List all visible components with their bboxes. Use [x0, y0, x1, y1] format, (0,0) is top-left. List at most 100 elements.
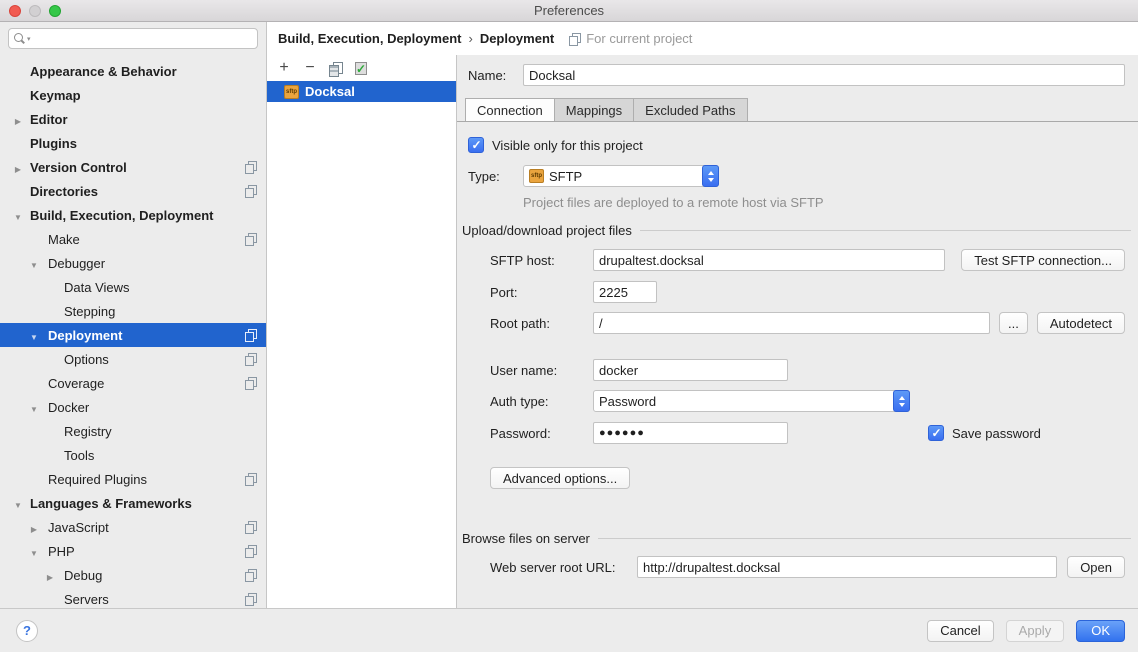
user-name-input[interactable] [593, 359, 788, 381]
port-row: Port: [490, 281, 1125, 303]
use-as-default-icon[interactable] [354, 62, 367, 75]
server-list-item-docksal[interactable]: sftp Docksal [267, 81, 456, 102]
per-project-icon [245, 233, 257, 245]
sidebar-item-languages-frameworks[interactable]: Languages & Frameworks [0, 491, 266, 515]
save-password-checkbox-row[interactable]: Save password [928, 425, 1041, 441]
breadcrumb: Build, Execution, Deployment › Deploymen… [267, 22, 1138, 55]
chevron-right-icon[interactable] [12, 160, 24, 175]
sidebar-item-keymap[interactable]: Keymap [0, 83, 266, 107]
test-sftp-connection-button[interactable]: Test SFTP connection... [961, 249, 1125, 271]
password-input[interactable] [593, 422, 788, 444]
remove-server-icon[interactable]: − [303, 61, 317, 75]
cancel-button[interactable]: Cancel [927, 620, 993, 642]
sidebar-item-label: Debugger [48, 256, 105, 271]
sidebar-item-stepping[interactable]: Stepping [0, 299, 266, 323]
advanced-options-button[interactable]: Advanced options... [490, 467, 630, 489]
sidebar-item-php[interactable]: PHP [0, 539, 266, 563]
port-input[interactable] [593, 281, 657, 303]
sidebar-item-make[interactable]: Make [0, 227, 266, 251]
deployment-form: Name: Connection Mappings Excluded Paths… [457, 55, 1138, 608]
chevron-down-icon[interactable] [28, 400, 40, 415]
dropdown-stepper-icon[interactable] [893, 390, 910, 412]
sidebar-item-label: Coverage [48, 376, 104, 391]
sidebar-item-appearance-behavior[interactable]: Appearance & Behavior [0, 59, 266, 83]
help-button[interactable]: ? [16, 620, 38, 642]
sidebar-item-coverage[interactable]: Coverage [0, 371, 266, 395]
sidebar-item-deployment[interactable]: Deployment [0, 323, 266, 347]
dropdown-stepper-icon[interactable] [702, 165, 719, 187]
search-options-caret-icon[interactable]: ▾ [27, 35, 31, 43]
chevron-right-icon[interactable] [44, 568, 56, 583]
type-dropdown[interactable]: sftp SFTP [523, 165, 719, 187]
tab-connection[interactable]: Connection [465, 98, 555, 121]
chevron-down-icon[interactable] [28, 544, 40, 559]
chevron-down-icon[interactable] [12, 208, 24, 223]
chevron-down-icon[interactable] [28, 328, 40, 343]
tab-mappings[interactable]: Mappings [554, 98, 634, 121]
visible-only-checkbox[interactable] [468, 137, 484, 153]
save-password-checkbox[interactable] [928, 425, 944, 441]
chevron-right-icon[interactable] [12, 112, 24, 127]
breadcrumb-separator: › [468, 31, 472, 46]
name-input[interactable] [523, 64, 1125, 86]
sidebar-item-registry[interactable]: Registry [0, 419, 266, 443]
user-name-label: User name: [490, 363, 593, 378]
open-url-button[interactable]: Open [1067, 556, 1125, 578]
auth-type-dropdown[interactable]: Password [593, 390, 910, 412]
sidebar-item-data-views[interactable]: Data Views [0, 275, 266, 299]
browse-root-path-button[interactable]: ... [999, 312, 1028, 334]
web-root-input[interactable] [637, 556, 1057, 578]
root-path-input[interactable] [593, 312, 990, 334]
search-field[interactable]: ▾ [8, 28, 258, 49]
sidebar-item-required-plugins[interactable]: Required Plugins [0, 467, 266, 491]
zoom-window-icon[interactable] [49, 5, 61, 17]
sidebar-item-label: Options [64, 352, 109, 367]
sidebar-item-build-execution-deployment[interactable]: Build, Execution, Deployment [0, 203, 266, 227]
sidebar-item-options[interactable]: Options [0, 347, 266, 371]
minimize-window-icon [29, 5, 41, 17]
sidebar-item-label: Data Views [64, 280, 130, 295]
tab-excluded-paths[interactable]: Excluded Paths [633, 98, 747, 121]
sidebar-item-tools[interactable]: Tools [0, 443, 266, 467]
sidebar-item-plugins[interactable]: Plugins [0, 131, 266, 155]
sidebar-item-debug[interactable]: Debug [0, 563, 266, 587]
auth-type-row: Auth type: Password [490, 390, 1125, 412]
copy-server-icon[interactable] [329, 62, 342, 75]
per-project-icon [245, 161, 257, 173]
web-root-row: Web server root URL: Open [490, 556, 1125, 578]
search-input[interactable] [33, 30, 257, 47]
visible-only-label: Visible only for this project [492, 138, 643, 153]
sidebar-item-servers[interactable]: Servers [0, 587, 266, 611]
per-project-icon [245, 329, 257, 341]
tab-bar: Connection Mappings Excluded Paths [457, 99, 1138, 122]
sidebar-item-docker[interactable]: Docker [0, 395, 266, 419]
sidebar-item-javascript[interactable]: JavaScript [0, 515, 266, 539]
sidebar-item-directories[interactable]: Directories [0, 179, 266, 203]
breadcrumb-parent[interactable]: Build, Execution, Deployment [278, 31, 461, 46]
titlebar: Preferences [0, 0, 1138, 22]
per-project-icon [245, 569, 257, 581]
per-project-icon [245, 473, 257, 485]
add-server-icon[interactable]: + [277, 61, 291, 75]
sidebar-item-label: Appearance & Behavior [30, 64, 177, 79]
autodetect-button[interactable]: Autodetect [1037, 312, 1125, 334]
section-divider [598, 538, 1131, 539]
sidebar-item-editor[interactable]: Editor [0, 107, 266, 131]
chevron-down-icon[interactable] [28, 256, 40, 271]
sftp-host-input[interactable] [593, 249, 945, 271]
auth-type-value: Password [599, 394, 656, 409]
per-project-icon [569, 33, 581, 45]
sidebar-item-debugger[interactable]: Debugger [0, 251, 266, 275]
server-name: Docksal [305, 84, 355, 99]
apply-button[interactable]: Apply [1006, 620, 1065, 642]
sidebar-item-version-control[interactable]: Version Control [0, 155, 266, 179]
chevron-down-icon[interactable] [12, 496, 24, 511]
ok-button[interactable]: OK [1076, 620, 1125, 642]
sidebar-item-label: Debug [64, 568, 102, 583]
close-window-icon[interactable] [9, 5, 21, 17]
chevron-right-icon[interactable] [28, 520, 40, 535]
sftp-host-row: SFTP host: Test SFTP connection... [490, 249, 1125, 271]
section-divider [640, 230, 1131, 231]
visible-only-checkbox-row[interactable]: Visible only for this project [468, 137, 643, 153]
sftp-file-icon: sftp [529, 169, 544, 183]
